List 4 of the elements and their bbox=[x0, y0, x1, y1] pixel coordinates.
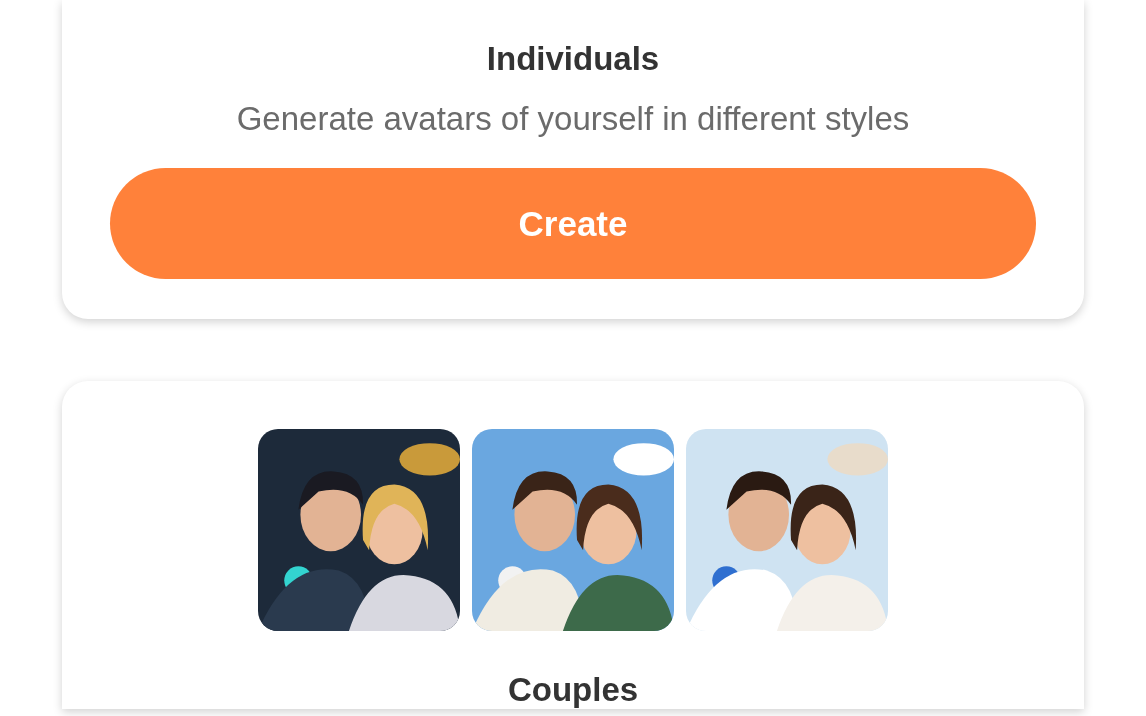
create-button[interactable]: Create bbox=[110, 168, 1036, 279]
card-description: Generate avatars of yourself in different styles bbox=[236, 100, 910, 138]
card-title: Couples bbox=[507, 671, 639, 709]
card-title: Individuals bbox=[486, 40, 660, 78]
